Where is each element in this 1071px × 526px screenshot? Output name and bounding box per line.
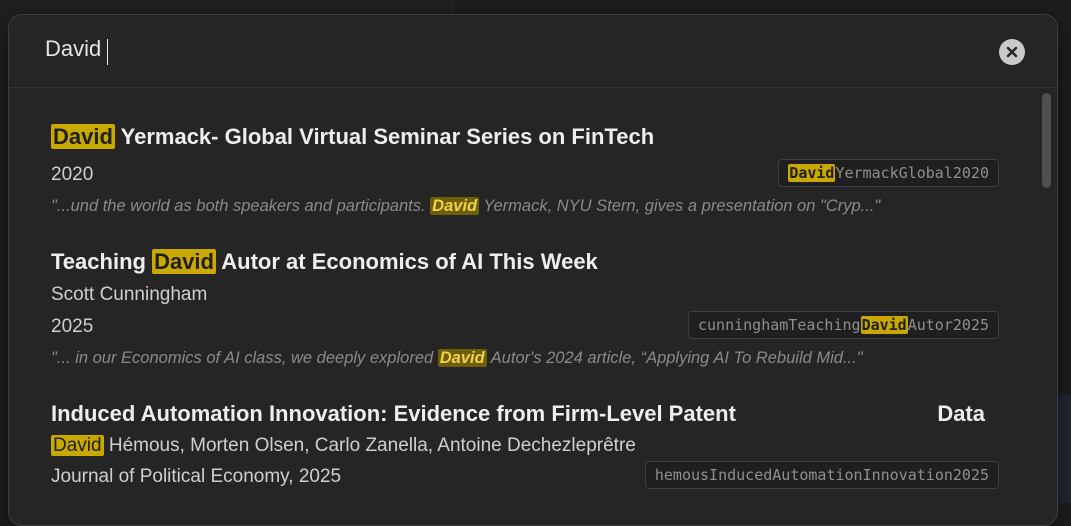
match-highlight: David [860,316,908,334]
result-excerpt: "... in our Economics of AI class, we de… [51,347,863,369]
result-item[interactable]: Induced Automation Innovation: Evidence … [51,400,999,510]
result-item[interactable]: David Yermack- Global Virtual Seminar Se… [51,123,999,233]
citekey-badge: hemousInducedAutomationInnovation2025 [644,461,999,489]
result-title: Teaching David Autor at Economics of AI … [51,248,999,276]
close-icon [1006,46,1018,58]
result-venue: Journal of Political Economy, 2025 [51,466,342,487]
result-year: 2020 [51,164,94,185]
results-list: David Yermack- Global Virtual Seminar Se… [9,88,1057,525]
match-highlight: David [430,197,480,215]
results-scrollbar[interactable] [1042,93,1051,188]
result-title-text: Induced Automation Innovation: Evidence … [51,401,736,426]
match-highlight: David [788,164,836,182]
excerpt-text: Autor's 2024 article, “Applying AI To Re… [486,349,863,367]
match-highlight: David [152,249,216,274]
citekey-badge: DavidYermackGlobal2020 [778,159,999,187]
text-cursor [107,39,108,65]
authors-text: Hémous, Morten Olsen, Carlo Zanella, Ant… [103,435,636,456]
match-highlight: David [51,435,104,456]
result-title-text: Data [937,401,985,426]
background-edge-panel [1057,395,1071,503]
citekey-text: YermackGlobal2020 [835,164,989,182]
match-highlight: David [437,349,487,367]
result-year: 2025 [51,316,94,337]
result-title-text: Yermack- Global Virtual Seminar Series o… [114,124,655,149]
citekey-text: Autor2025 [907,316,989,334]
excerpt-text: "...und the world as both speakers and p… [51,197,431,215]
citekey-text: cunninghamTeaching [698,316,861,334]
result-title: Induced Automation Innovation: Evidence … [51,400,999,428]
result-title-text: Autor at Economics of AI This Week [215,249,598,274]
result-author: Scott Cunningham [51,284,208,305]
clear-search-button[interactable] [999,39,1025,65]
result-title-text: Teaching [51,249,153,274]
search-bar [9,15,1057,88]
excerpt-text: Yermack, NYU Stern, gives a presentation… [479,197,881,215]
result-item[interactable]: Teaching David Autor at Economics of AI … [51,248,999,388]
search-modal: David Yermack- Global Virtual Seminar Se… [8,14,1058,526]
search-input[interactable] [45,36,945,62]
citekey-badge: cunninghamTeachingDavidAutor2025 [688,311,999,339]
excerpt-text: "... in our Economics of AI class, we de… [51,349,438,367]
result-excerpt: "...und the world as both speakers and p… [51,195,880,217]
result-authors: David Hémous, Morten Olsen, Carlo Zanell… [51,434,636,458]
match-highlight: David [51,124,115,149]
result-title: David Yermack- Global Virtual Seminar Se… [51,123,999,151]
